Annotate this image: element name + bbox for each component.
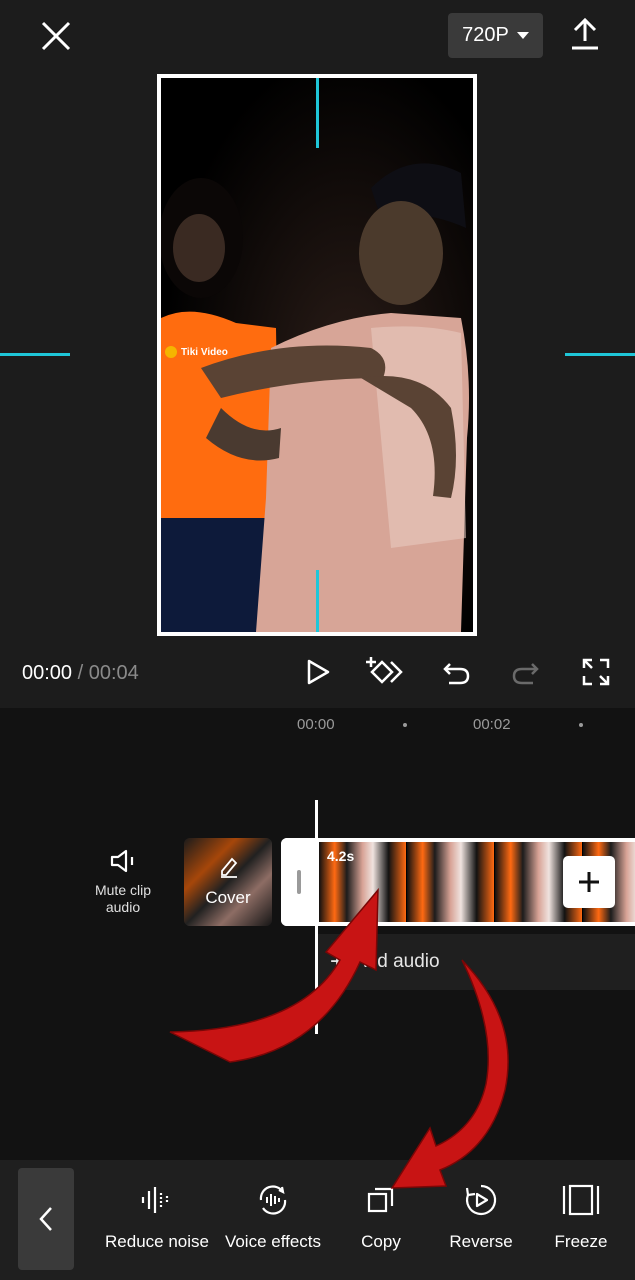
playback-time: 00:00 / 00:04 bbox=[22, 662, 139, 685]
redo-button[interactable] bbox=[506, 652, 546, 692]
export-button[interactable] bbox=[565, 12, 605, 56]
close-button[interactable] bbox=[34, 14, 78, 58]
voice-effects-icon bbox=[259, 1185, 287, 1215]
editor-preview-area: 720P Tiki Video 00:00 / 00:04 bbox=[0, 0, 635, 708]
caret-down-icon bbox=[516, 32, 529, 39]
cover-button[interactable]: Cover bbox=[184, 838, 272, 926]
freeze-label: Freeze bbox=[554, 1232, 608, 1251]
watermark-text: Tiki Video bbox=[181, 346, 228, 358]
speaker-icon bbox=[110, 849, 134, 873]
bottom-toolbar: y Reduce noise bbox=[0, 1160, 635, 1280]
reverse-tool[interactable]: Reverse bbox=[441, 1178, 521, 1252]
play-button[interactable] bbox=[298, 652, 338, 692]
reduce-noise-tool[interactable]: Reduce noise bbox=[105, 1178, 209, 1252]
tiki-logo-icon bbox=[165, 346, 177, 358]
add-clip-button[interactable] bbox=[563, 856, 615, 908]
cover-shade bbox=[184, 838, 272, 926]
chevron-left-icon bbox=[39, 1207, 52, 1231]
add-audio-plus-icon: + bbox=[330, 948, 345, 975]
noise-wave-icon bbox=[141, 1187, 169, 1213]
add-audio-label: Add audio bbox=[354, 951, 440, 972]
copy-label: Copy bbox=[361, 1232, 401, 1251]
freeze-frame-icon bbox=[562, 1184, 600, 1216]
time-separator: / bbox=[77, 662, 84, 684]
pencil-icon bbox=[221, 857, 238, 878]
keyframe-icon bbox=[366, 657, 403, 684]
mute-clip-audio-label: Mute clip audio bbox=[94, 882, 152, 915]
undo-button[interactable] bbox=[436, 652, 476, 692]
copy-tool[interactable]: Copy bbox=[341, 1178, 421, 1252]
left-guide-line bbox=[0, 353, 70, 356]
current-time: 00:00 bbox=[22, 662, 73, 684]
clip-trim-handle[interactable] bbox=[281, 838, 317, 926]
time-ruler-dot bbox=[403, 723, 407, 727]
play-icon bbox=[307, 659, 330, 685]
add-audio-button[interactable]: + Add audio bbox=[318, 934, 635, 990]
voice-effects-tool[interactable]: Voice effects bbox=[221, 1178, 325, 1252]
resolution-label: 720P bbox=[462, 24, 509, 46]
timeline[interactable]: 00:00 00:02 Mute clip audio Cover 4.2s + bbox=[0, 708, 635, 1160]
redo-icon bbox=[512, 663, 539, 685]
reverse-label: Reverse bbox=[449, 1232, 513, 1251]
resolution-dropdown[interactable]: 720P bbox=[448, 13, 543, 58]
top-guide-line bbox=[316, 78, 319, 148]
cover-label: Cover bbox=[205, 888, 251, 907]
clip-duration: 4.2s bbox=[327, 848, 355, 864]
mute-clip-audio-button[interactable]: Mute clip audio bbox=[88, 848, 158, 916]
time-ruler-dot bbox=[579, 723, 583, 727]
tiki-video-watermark: Tiki Video bbox=[165, 346, 228, 358]
copy-icon bbox=[367, 1187, 394, 1213]
video-preview[interactable]: Tiki Video bbox=[157, 74, 477, 636]
right-guide-line bbox=[565, 353, 635, 356]
freeze-tool[interactable]: Freeze bbox=[541, 1178, 621, 1252]
fullscreen-button[interactable] bbox=[576, 652, 616, 692]
close-icon bbox=[41, 21, 71, 51]
reduce-noise-label: Reduce noise bbox=[105, 1232, 209, 1251]
back-button[interactable] bbox=[18, 1168, 74, 1270]
bottom-guide-line bbox=[316, 570, 319, 632]
plus-icon bbox=[579, 872, 599, 892]
reverse-icon bbox=[465, 1184, 497, 1216]
time-ruler-tick: 00:02 bbox=[473, 716, 511, 733]
undo-icon bbox=[443, 663, 470, 685]
upload-icon bbox=[572, 17, 598, 50]
voice-effects-label: Voice effects bbox=[224, 1232, 322, 1251]
fullscreen-icon bbox=[582, 658, 610, 686]
total-time: 00:04 bbox=[88, 662, 139, 684]
time-ruler-tick: 00:00 bbox=[297, 716, 335, 733]
playhead[interactable] bbox=[315, 800, 318, 1034]
keyframe-button[interactable] bbox=[364, 652, 404, 692]
